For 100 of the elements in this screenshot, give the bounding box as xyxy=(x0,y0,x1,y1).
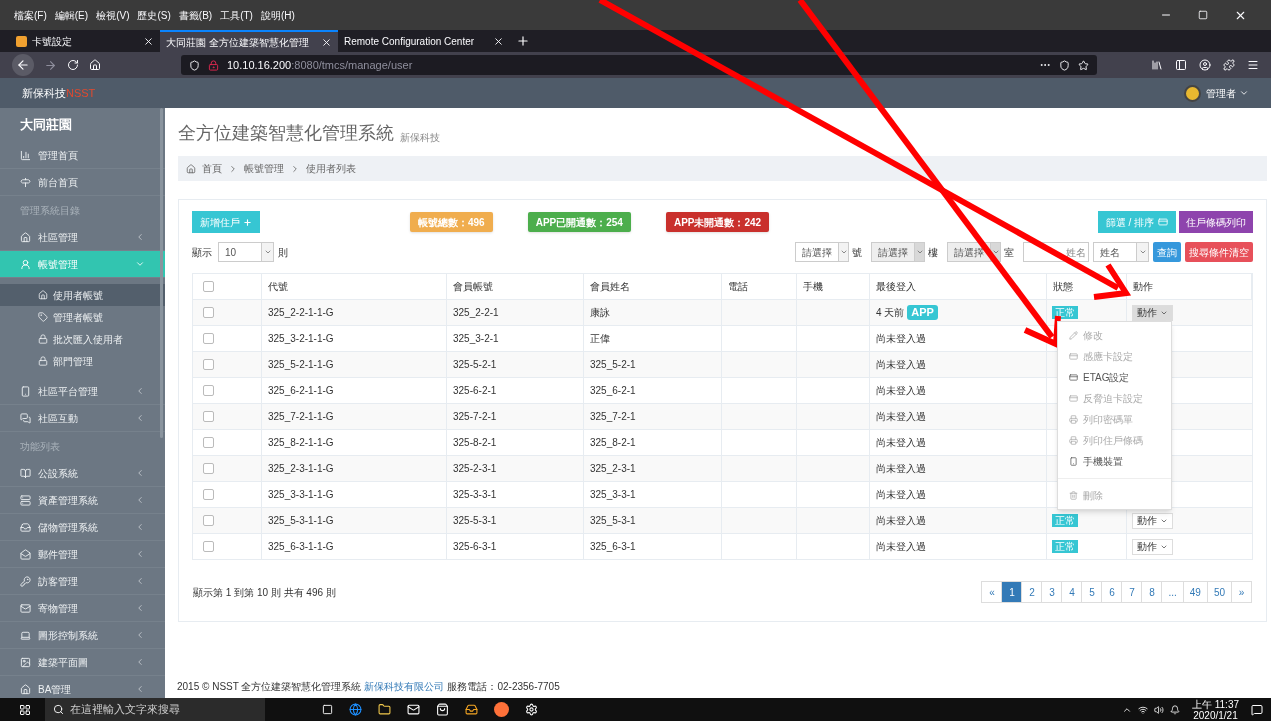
page-link[interactable]: 6 xyxy=(1101,581,1123,603)
new-tab-icon[interactable] xyxy=(516,34,530,48)
checkbox[interactable] xyxy=(203,437,214,448)
table-cell-text: 325_5-3-1-1-G xyxy=(268,514,334,528)
extension-icon[interactable] xyxy=(1223,59,1235,71)
action-dropdown-button[interactable]: 動作 xyxy=(1132,304,1173,321)
page-link[interactable]: » xyxy=(1231,581,1252,603)
column-header: 會員姓名 xyxy=(590,280,630,294)
user-menu[interactable]: 管理者 xyxy=(1206,85,1236,101)
clear-filters-button[interactable]: 搜尋條件清空 xyxy=(1185,242,1253,262)
store-icon[interactable] xyxy=(436,703,449,716)
checkbox[interactable] xyxy=(203,307,214,318)
page-link[interactable]: ... xyxy=(1161,581,1184,603)
menu-item[interactable]: 書籤(B) xyxy=(178,7,213,23)
browser-tab[interactable]: Remote Configuration Center xyxy=(338,30,510,52)
page-link[interactable]: 3 xyxy=(1041,581,1063,603)
sidebar-subitem[interactable]: 管理者帳號 xyxy=(0,306,165,328)
account-icon[interactable] xyxy=(1199,59,1211,71)
checkbox[interactable] xyxy=(203,359,214,370)
search-button[interactable]: 查詢 xyxy=(1153,242,1181,262)
back-button[interactable] xyxy=(12,54,34,76)
browser-icon[interactable] xyxy=(349,703,362,716)
page-size-select[interactable]: 10 xyxy=(218,242,274,262)
server-icon xyxy=(20,494,31,506)
menu-item[interactable]: 編輯(E) xyxy=(54,7,89,23)
phone-icon xyxy=(1069,457,1078,466)
table-cell-text: 康詠 xyxy=(590,306,610,320)
menu-item[interactable]: 工具(T) xyxy=(220,7,253,23)
mail-icon[interactable] xyxy=(407,703,420,716)
menu-icon[interactable] xyxy=(1247,59,1259,71)
page-link[interactable]: 7 xyxy=(1121,581,1143,603)
folder-icon[interactable] xyxy=(378,703,391,716)
table-cell-text: 尚未登入過 xyxy=(876,410,926,424)
page-link[interactable]: « xyxy=(981,581,1003,603)
footer-link[interactable]: 新保科技有限公司 xyxy=(364,679,445,694)
sidebar-subitem[interactable]: 批次匯入使用者 xyxy=(0,328,165,350)
sidebar-icon[interactable] xyxy=(1175,59,1187,71)
checkbox[interactable] xyxy=(203,385,214,396)
caret-icon[interactable] xyxy=(1239,88,1249,98)
sidebar-subitem[interactable]: 使用者帳號 xyxy=(0,284,165,306)
page-link[interactable]: 4 xyxy=(1061,581,1083,603)
table-cell-text: 尚未登入過 xyxy=(876,462,926,476)
settings-icon[interactable] xyxy=(525,703,538,716)
page-link[interactable]: 49 xyxy=(1182,581,1208,603)
name-field[interactable]: 姓名 xyxy=(1023,242,1089,262)
checkbox[interactable] xyxy=(203,281,214,292)
start-icon[interactable] xyxy=(19,703,31,716)
notification-icon[interactable] xyxy=(1169,704,1180,715)
close-tab-icon[interactable] xyxy=(143,35,154,47)
menu-item[interactable]: 手機裝置 xyxy=(1058,451,1171,472)
action-center-icon[interactable] xyxy=(1251,703,1263,716)
menu-item[interactable]: 檢視(V) xyxy=(96,7,130,23)
reload-icon[interactable] xyxy=(67,59,79,71)
forward-icon[interactable] xyxy=(44,58,57,72)
table-cell-text: 325_3-3-1-1-G xyxy=(268,488,334,502)
taskbar-search-field[interactable]: 在這裡輸入文字來搜尋 xyxy=(45,698,265,721)
filter-suffix: 樓 xyxy=(928,245,938,260)
star-icon[interactable] xyxy=(1078,59,1089,71)
page-link[interactable]: 8 xyxy=(1141,581,1163,603)
maximize-icon[interactable] xyxy=(1198,10,1208,20)
card-icon xyxy=(1069,352,1078,361)
menu-item[interactable]: 歷史(S) xyxy=(137,7,171,23)
checkbox[interactable] xyxy=(203,333,214,344)
table-cell-text: 325_5-3-1 xyxy=(590,514,636,528)
address-bar[interactable]: 10.10.16.200:8080/tmcs/manage/user xyxy=(181,55,1097,75)
table-cell-text: 325-6-3-1 xyxy=(453,540,497,554)
name-select[interactable]: 姓名 xyxy=(1093,242,1149,262)
breadcrumb-link[interactable]: 帳號管理 xyxy=(244,161,284,176)
browser-tab[interactable]: 卡號設定 xyxy=(10,30,160,52)
caret-icon xyxy=(839,248,848,256)
page-link[interactable]: 2 xyxy=(1021,581,1043,603)
filter-select[interactable]: 請選擇 xyxy=(795,242,849,262)
action-dropdown-button[interactable]: 動作 xyxy=(1132,538,1173,555)
avatar-icon xyxy=(1184,84,1201,102)
network-icon[interactable] xyxy=(1137,704,1148,715)
pencil-icon xyxy=(1069,331,1078,340)
page-link[interactable]: 1 xyxy=(1001,581,1023,603)
home-icon[interactable] xyxy=(89,59,101,71)
checkbox[interactable] xyxy=(203,463,214,474)
breadcrumb-link[interactable]: 首頁 xyxy=(202,161,222,176)
print-barcode-button[interactable]: 住戶條碼列印 xyxy=(1179,211,1253,233)
browser-tab[interactable]: 大同莊園 全方位建築智慧化管理 xyxy=(160,30,338,52)
library-icon[interactable] xyxy=(1151,59,1163,71)
close-tab-icon[interactable] xyxy=(321,36,332,48)
menu-item[interactable]: 說明(H) xyxy=(260,7,295,23)
menu-item[interactable]: 檔案(F) xyxy=(14,7,47,23)
checkbox[interactable] xyxy=(203,411,214,422)
checkbox[interactable] xyxy=(203,515,214,526)
task-view-icon[interactable] xyxy=(322,704,333,715)
volume-icon[interactable] xyxy=(1153,704,1164,715)
chevron-left-icon xyxy=(135,630,145,640)
action-dropdown-button[interactable]: 動作 xyxy=(1132,512,1173,529)
page-link[interactable]: 50 xyxy=(1206,581,1232,603)
close-tab-icon[interactable] xyxy=(493,35,504,47)
menu-item[interactable]: ETAG設定 xyxy=(1058,367,1171,388)
checkbox[interactable] xyxy=(203,489,214,500)
page-link[interactable]: 5 xyxy=(1081,581,1103,603)
sidebar-item[interactable]: 資產管理系統 xyxy=(0,487,165,514)
checkbox[interactable] xyxy=(203,541,214,552)
sidebar-subitem[interactable]: 部門管理 xyxy=(0,350,165,372)
